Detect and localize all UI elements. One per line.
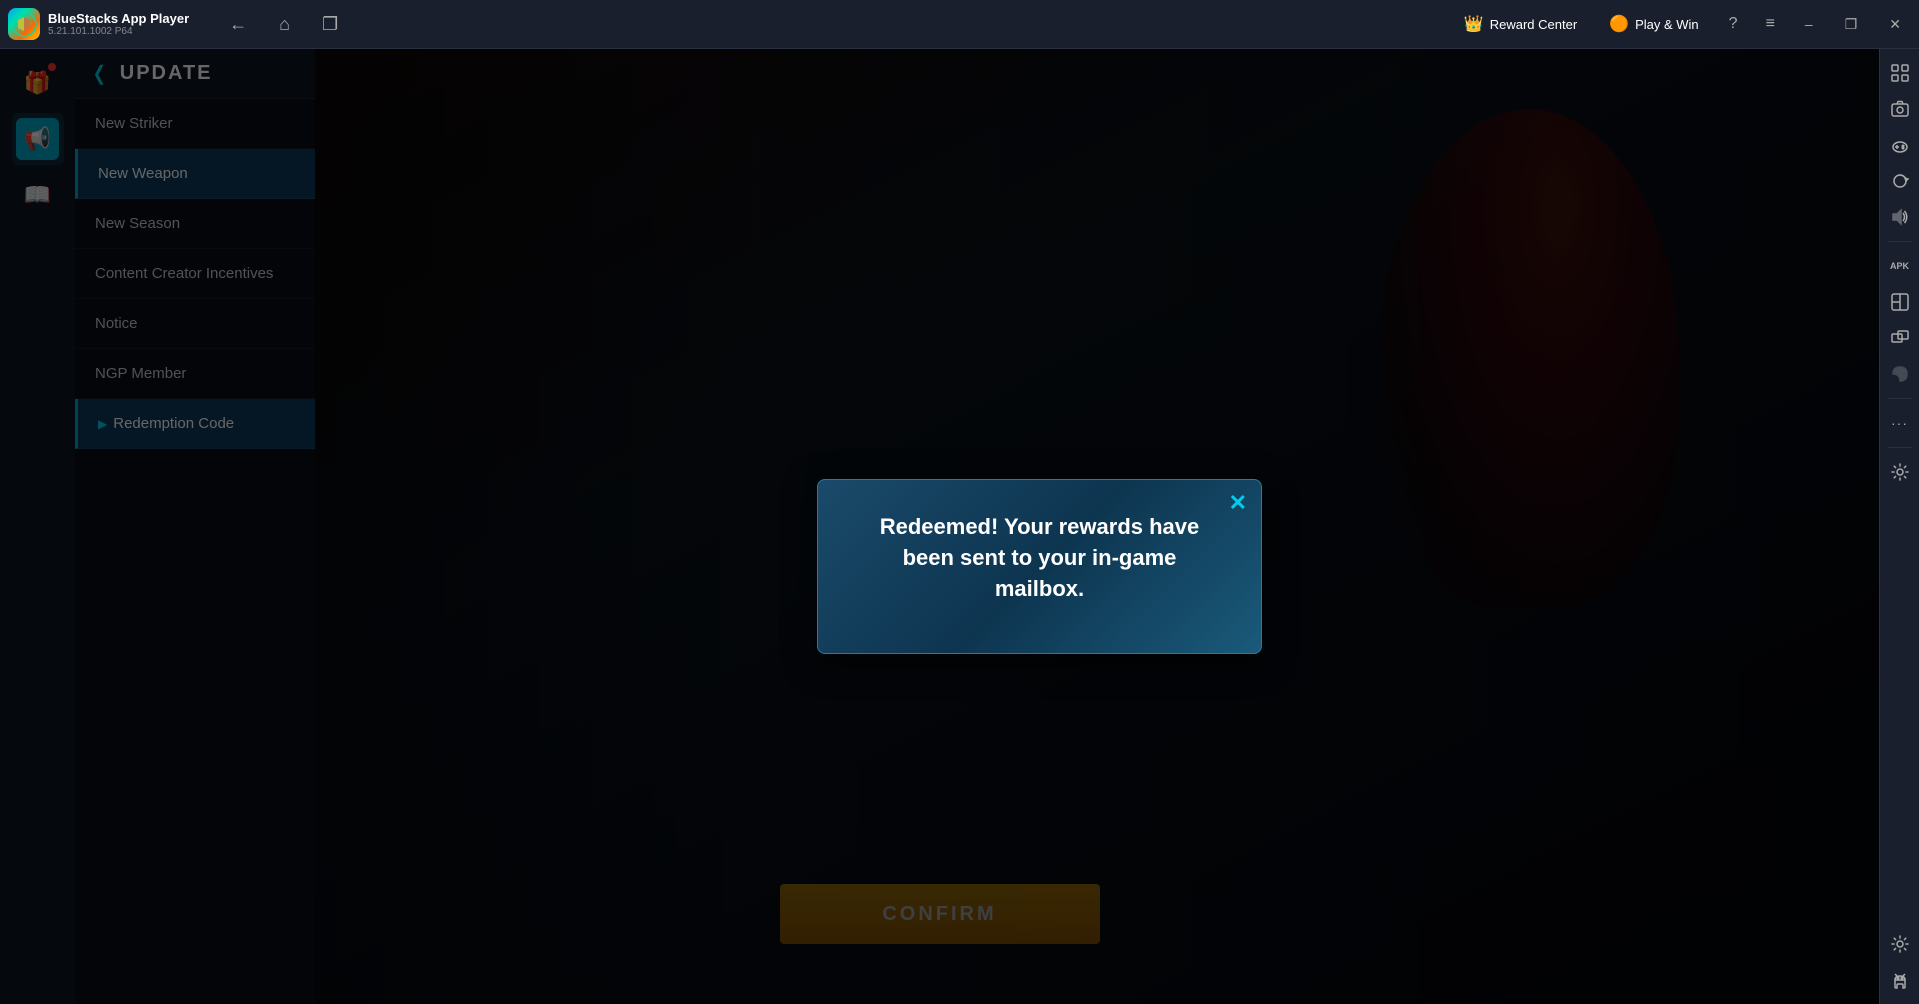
sidebar-divider-3 — [1888, 447, 1912, 448]
sidebar-divider-1 — [1888, 241, 1912, 242]
reward-center-label: Reward Center — [1490, 17, 1577, 32]
sidebar-icon-rotate[interactable] — [1884, 165, 1916, 197]
dialog-close-button[interactable]: ✕ — [1229, 490, 1247, 516]
modal-overlay[interactable]: ✕ Redeemed! Your rewards have been sent … — [0, 49, 1879, 1004]
sidebar-icon-multi-window[interactable] — [1884, 322, 1916, 354]
back-button[interactable]: ← — [221, 10, 255, 39]
main-content: CONFIRM 🎁 📢 📖 ❮ UPDATE — [0, 49, 1879, 1004]
minimize-button[interactable]: – — [1795, 12, 1823, 36]
home-button[interactable]: ⌂ — [271, 10, 298, 39]
right-sidebar: APK ··· — [1879, 49, 1919, 1004]
sidebar-icon-camera[interactable] — [1884, 93, 1916, 125]
restore-button[interactable]: ❐ — [1835, 12, 1868, 37]
sidebar-icon-volume[interactable] — [1884, 201, 1916, 233]
sidebar-icon-more[interactable]: ··· — [1884, 407, 1916, 439]
sidebar-icon-bottom-settings[interactable] — [1884, 928, 1916, 960]
dialog-message: Redeemed! Your rewards have been sent to… — [858, 512, 1221, 604]
orange-icon: 🟠 — [1609, 14, 1629, 34]
app-version: 5.21.101.1002 P64 — [48, 26, 189, 37]
crown-icon: 👑 — [1464, 14, 1484, 34]
titlebar-left: BlueStacks App Player 5.21.101.1002 P64 … — [0, 8, 1454, 40]
app-name: BlueStacks App Player — [48, 11, 189, 26]
apk-label: APK — [1890, 261, 1909, 271]
sidebar-icon-apk[interactable]: APK — [1884, 250, 1916, 282]
sidebar-divider-2 — [1888, 398, 1912, 399]
titlebar-right: 👑 Reward Center 🟠 Play & Win ? ≡ – ❐ ✕ — [1454, 10, 1919, 38]
app-logo — [8, 8, 40, 40]
sidebar-icon-fullscreen[interactable] — [1884, 57, 1916, 89]
reward-center-button[interactable]: 👑 Reward Center — [1454, 10, 1587, 38]
sidebar-icon-gamepad[interactable] — [1884, 129, 1916, 161]
play-win-label: Play & Win — [1635, 17, 1699, 32]
help-button[interactable]: ? — [1721, 11, 1746, 37]
sidebar-icon-eco[interactable] — [1884, 358, 1916, 390]
more-dots-icon: ··· — [1891, 415, 1908, 431]
app-title-block: BlueStacks App Player 5.21.101.1002 P64 — [48, 11, 189, 37]
sidebar-icon-layout[interactable] — [1884, 286, 1916, 318]
play-win-button[interactable]: 🟠 Play & Win — [1599, 10, 1709, 38]
dialog: ✕ Redeemed! Your rewards have been sent … — [817, 479, 1262, 653]
nav-buttons: ← ⌂ ❐ — [197, 10, 346, 39]
titlebar: BlueStacks App Player 5.21.101.1002 P64 … — [0, 0, 1919, 49]
close-button[interactable]: ✕ — [1879, 12, 1911, 37]
menu-button[interactable]: ≡ — [1758, 11, 1783, 37]
multi-button[interactable]: ❐ — [314, 10, 346, 39]
sidebar-icon-settings[interactable] — [1884, 456, 1916, 488]
sidebar-icon-android[interactable] — [1884, 964, 1916, 996]
